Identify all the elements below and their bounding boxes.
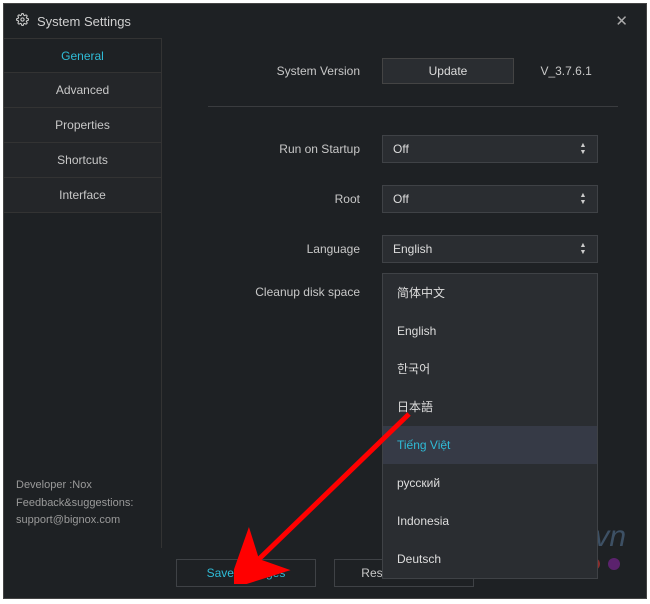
version-value: V_3.7.6.1 bbox=[540, 64, 591, 78]
language-label: Language bbox=[162, 242, 382, 256]
update-button-label: Update bbox=[429, 64, 468, 78]
chevron-updown-icon: ▲▼ bbox=[575, 143, 591, 156]
save-button-label: Save Changes bbox=[207, 566, 286, 580]
root-label: Root bbox=[162, 192, 382, 206]
tab-label: Advanced bbox=[56, 83, 109, 97]
language-option[interactable]: русский bbox=[383, 464, 597, 502]
language-select[interactable]: English ▲▼ bbox=[382, 235, 598, 263]
tab-shortcuts[interactable]: Shortcuts bbox=[4, 143, 161, 178]
support-email: support@bignox.com bbox=[16, 512, 153, 530]
tab-interface[interactable]: Interface bbox=[4, 178, 161, 213]
root-value: Off bbox=[393, 192, 575, 206]
tab-label: General bbox=[61, 49, 104, 63]
cleanup-label: Cleanup disk space bbox=[162, 285, 382, 299]
close-icon[interactable]: ✕ bbox=[609, 10, 634, 32]
title-bar: System Settings ✕ bbox=[4, 4, 646, 38]
language-option[interactable]: Tiếng Việt bbox=[383, 426, 597, 464]
language-option[interactable]: English bbox=[383, 312, 597, 350]
feedback-label: Feedback&suggestions: bbox=[16, 495, 153, 513]
language-option[interactable]: Indonesia bbox=[383, 502, 597, 540]
divider bbox=[208, 106, 618, 107]
settings-window: System Settings ✕ General Advanced Prope… bbox=[3, 3, 647, 599]
update-button[interactable]: Update bbox=[382, 58, 514, 84]
language-option[interactable]: 한국어 bbox=[383, 350, 597, 388]
tab-properties[interactable]: Properties bbox=[4, 108, 161, 143]
tab-label: Properties bbox=[55, 118, 110, 132]
tab-label: Shortcuts bbox=[57, 153, 108, 167]
tab-advanced[interactable]: Advanced bbox=[4, 73, 161, 108]
language-option[interactable]: Deutsch bbox=[383, 540, 597, 578]
root-select[interactable]: Off ▲▼ bbox=[382, 185, 598, 213]
startup-select[interactable]: Off ▲▼ bbox=[382, 135, 598, 163]
system-version-label: System Version bbox=[162, 64, 382, 78]
sidebar-tabs: General Advanced Properties Shortcuts In… bbox=[4, 38, 161, 213]
startup-value: Off bbox=[393, 142, 575, 156]
window-title: System Settings bbox=[37, 14, 609, 29]
sidebar-footer: Developer :Nox Feedback&suggestions: sup… bbox=[4, 467, 161, 548]
save-changes-button[interactable]: Save Changes bbox=[176, 559, 316, 587]
chevron-updown-icon: ▲▼ bbox=[575, 193, 591, 206]
chevron-updown-icon: ▲▼ bbox=[575, 243, 591, 256]
language-option[interactable]: 简体中文 bbox=[383, 274, 597, 312]
sidebar: General Advanced Properties Shortcuts In… bbox=[4, 38, 162, 548]
language-option[interactable]: 日本語 bbox=[383, 388, 597, 426]
developer-label: Developer :Nox bbox=[16, 477, 153, 495]
tab-general[interactable]: General bbox=[4, 38, 161, 73]
language-dropdown[interactable]: 简体中文English한국어日本語Tiếng ViệtрусскийIndone… bbox=[382, 273, 598, 579]
gear-icon bbox=[16, 13, 29, 29]
tab-label: Interface bbox=[59, 188, 106, 202]
startup-label: Run on Startup bbox=[162, 142, 382, 156]
main-panel: System Version Update V_3.7.6.1 Run on S… bbox=[162, 38, 646, 548]
language-value: English bbox=[393, 242, 575, 256]
